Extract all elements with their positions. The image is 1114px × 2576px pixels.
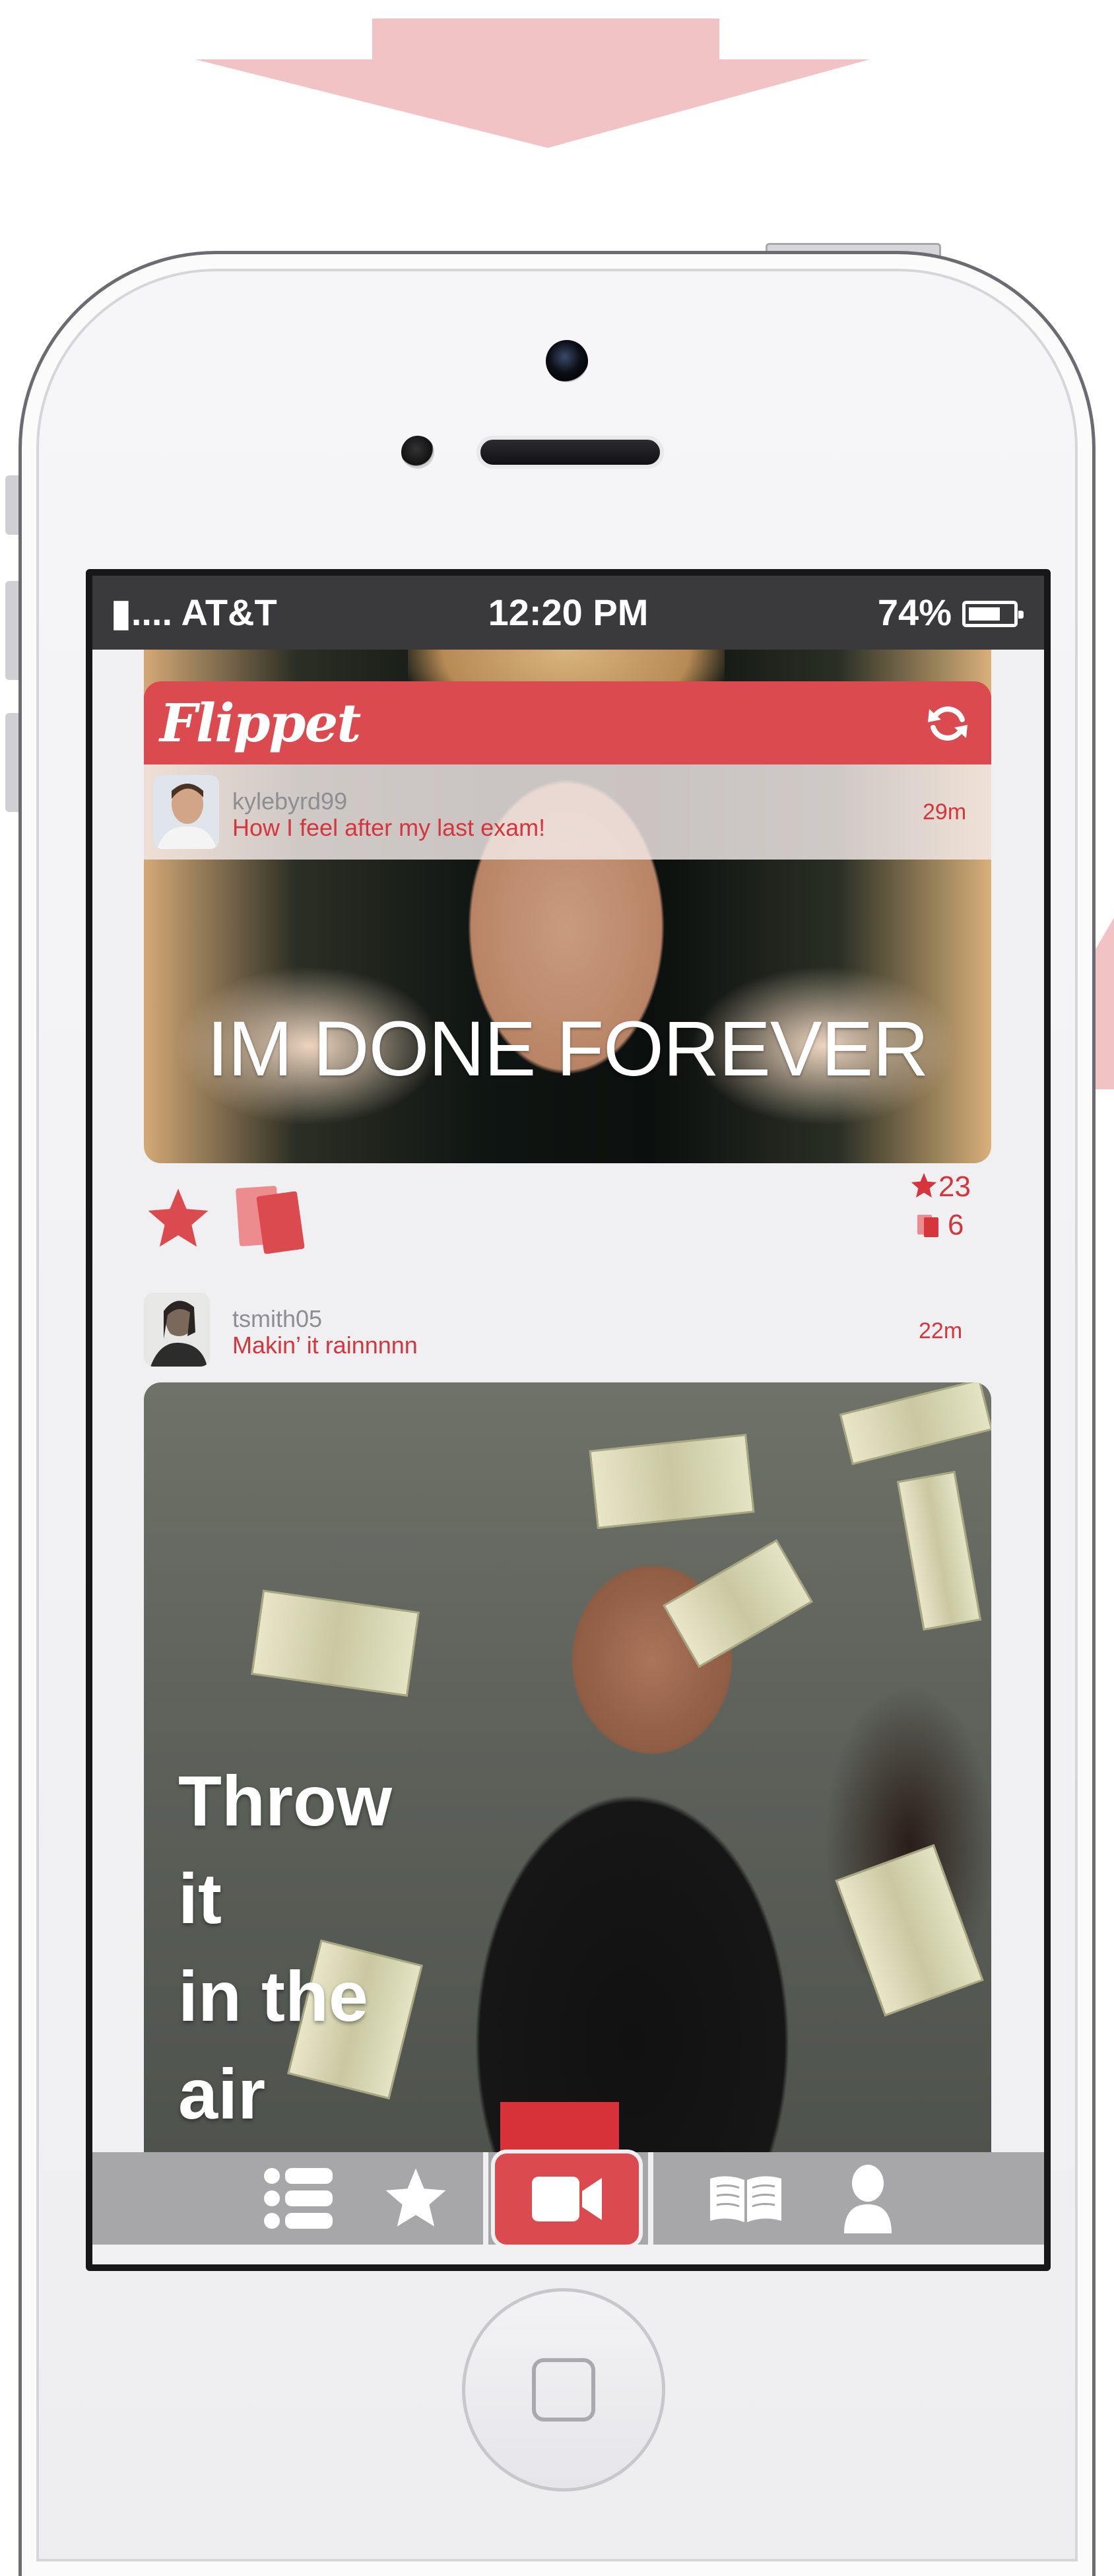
volume-up-button [5,581,18,680]
flip-count: 6 [915,1207,964,1244]
caption-line: in the [178,1956,368,2036]
photo-detail [589,1433,755,1530]
photo-detail [835,1844,984,2017]
app-logo: Flippet [160,692,361,754]
media-caption: IM DONE FOREVER [207,1005,929,1093]
app-header: Flippet [144,681,991,764]
username[interactable]: tsmith05 [232,1306,322,1332]
post-header[interactable]: kylebyrd99 How I feel after my last exam… [144,764,991,860]
caption-line: air [178,2054,266,2134]
tab-library[interactable] [686,2152,805,2245]
username[interactable]: kylebyrd99 [232,788,347,815]
flip-count-value: 6 [948,1209,964,1241]
star-count-value: 23 [938,1170,971,1203]
post-header[interactable]: tsmith05 Makin’ it rainnnnn 22m [144,1282,991,1377]
avatar[interactable] [144,1293,210,1367]
book-icon [710,2176,781,2222]
photo-detail [251,1589,420,1697]
post-title: Makin’ it rainnnnn [232,1332,418,1359]
post-title: How I feel after my last exam! [232,814,546,841]
avatar[interactable] [153,775,219,849]
status-bar: ▮.... AT&T 12:20 PM 74% [92,576,1044,650]
front-camera [546,340,588,382]
caption-line: Throw [178,1761,392,1841]
tab-feed[interactable] [246,2152,351,2245]
mute-switch [5,475,18,535]
flip-icon [917,1215,938,1237]
tab-separator [483,2152,488,2245]
tab-record[interactable] [491,2150,643,2249]
down-arrow-graphic [195,18,870,148]
video-camera-icon [532,2177,602,2221]
home-button[interactable] [462,2288,665,2491]
battery-icon [962,601,1024,627]
media-caption: Throw it in the air [178,1752,392,2143]
refresh-icon[interactable] [924,700,971,747]
phone-screen: ▮.... AT&T 12:20 PM 74% IM DONE FOREVER … [86,569,1051,2271]
tab-favorites[interactable] [363,2152,469,2245]
tab-profile[interactable] [818,2152,917,2245]
photo-detail [839,1382,991,1466]
photo-detail [896,1470,982,1631]
photo-detail [606,1488,611,1493]
star-button[interactable] [144,1184,213,1253]
battery-percent: 74% [877,592,952,633]
post-media[interactable]: Throw it in the air [144,1382,991,2206]
post-actions: 23 6 [144,1163,991,1282]
star-count: 23 [909,1169,971,1205]
star-icon [385,2168,446,2227]
post-timestamp: 22m [919,1318,963,1343]
flip-button[interactable] [235,1183,308,1256]
profile-icon [844,2165,892,2233]
proximity-sensor [401,436,434,469]
earpiece-speaker [476,436,664,469]
list-icon [264,2168,333,2229]
star-icon [911,1172,937,1198]
battery-fill [969,607,1000,621]
volume-down-button [5,713,18,812]
photo-detail [662,1539,814,1668]
home-square-icon [532,2358,595,2422]
tab-separator [648,2152,653,2245]
tab-bar [92,2150,1044,2249]
post-timestamp: 29m [923,799,967,825]
caption-line: it [178,1858,222,1938]
